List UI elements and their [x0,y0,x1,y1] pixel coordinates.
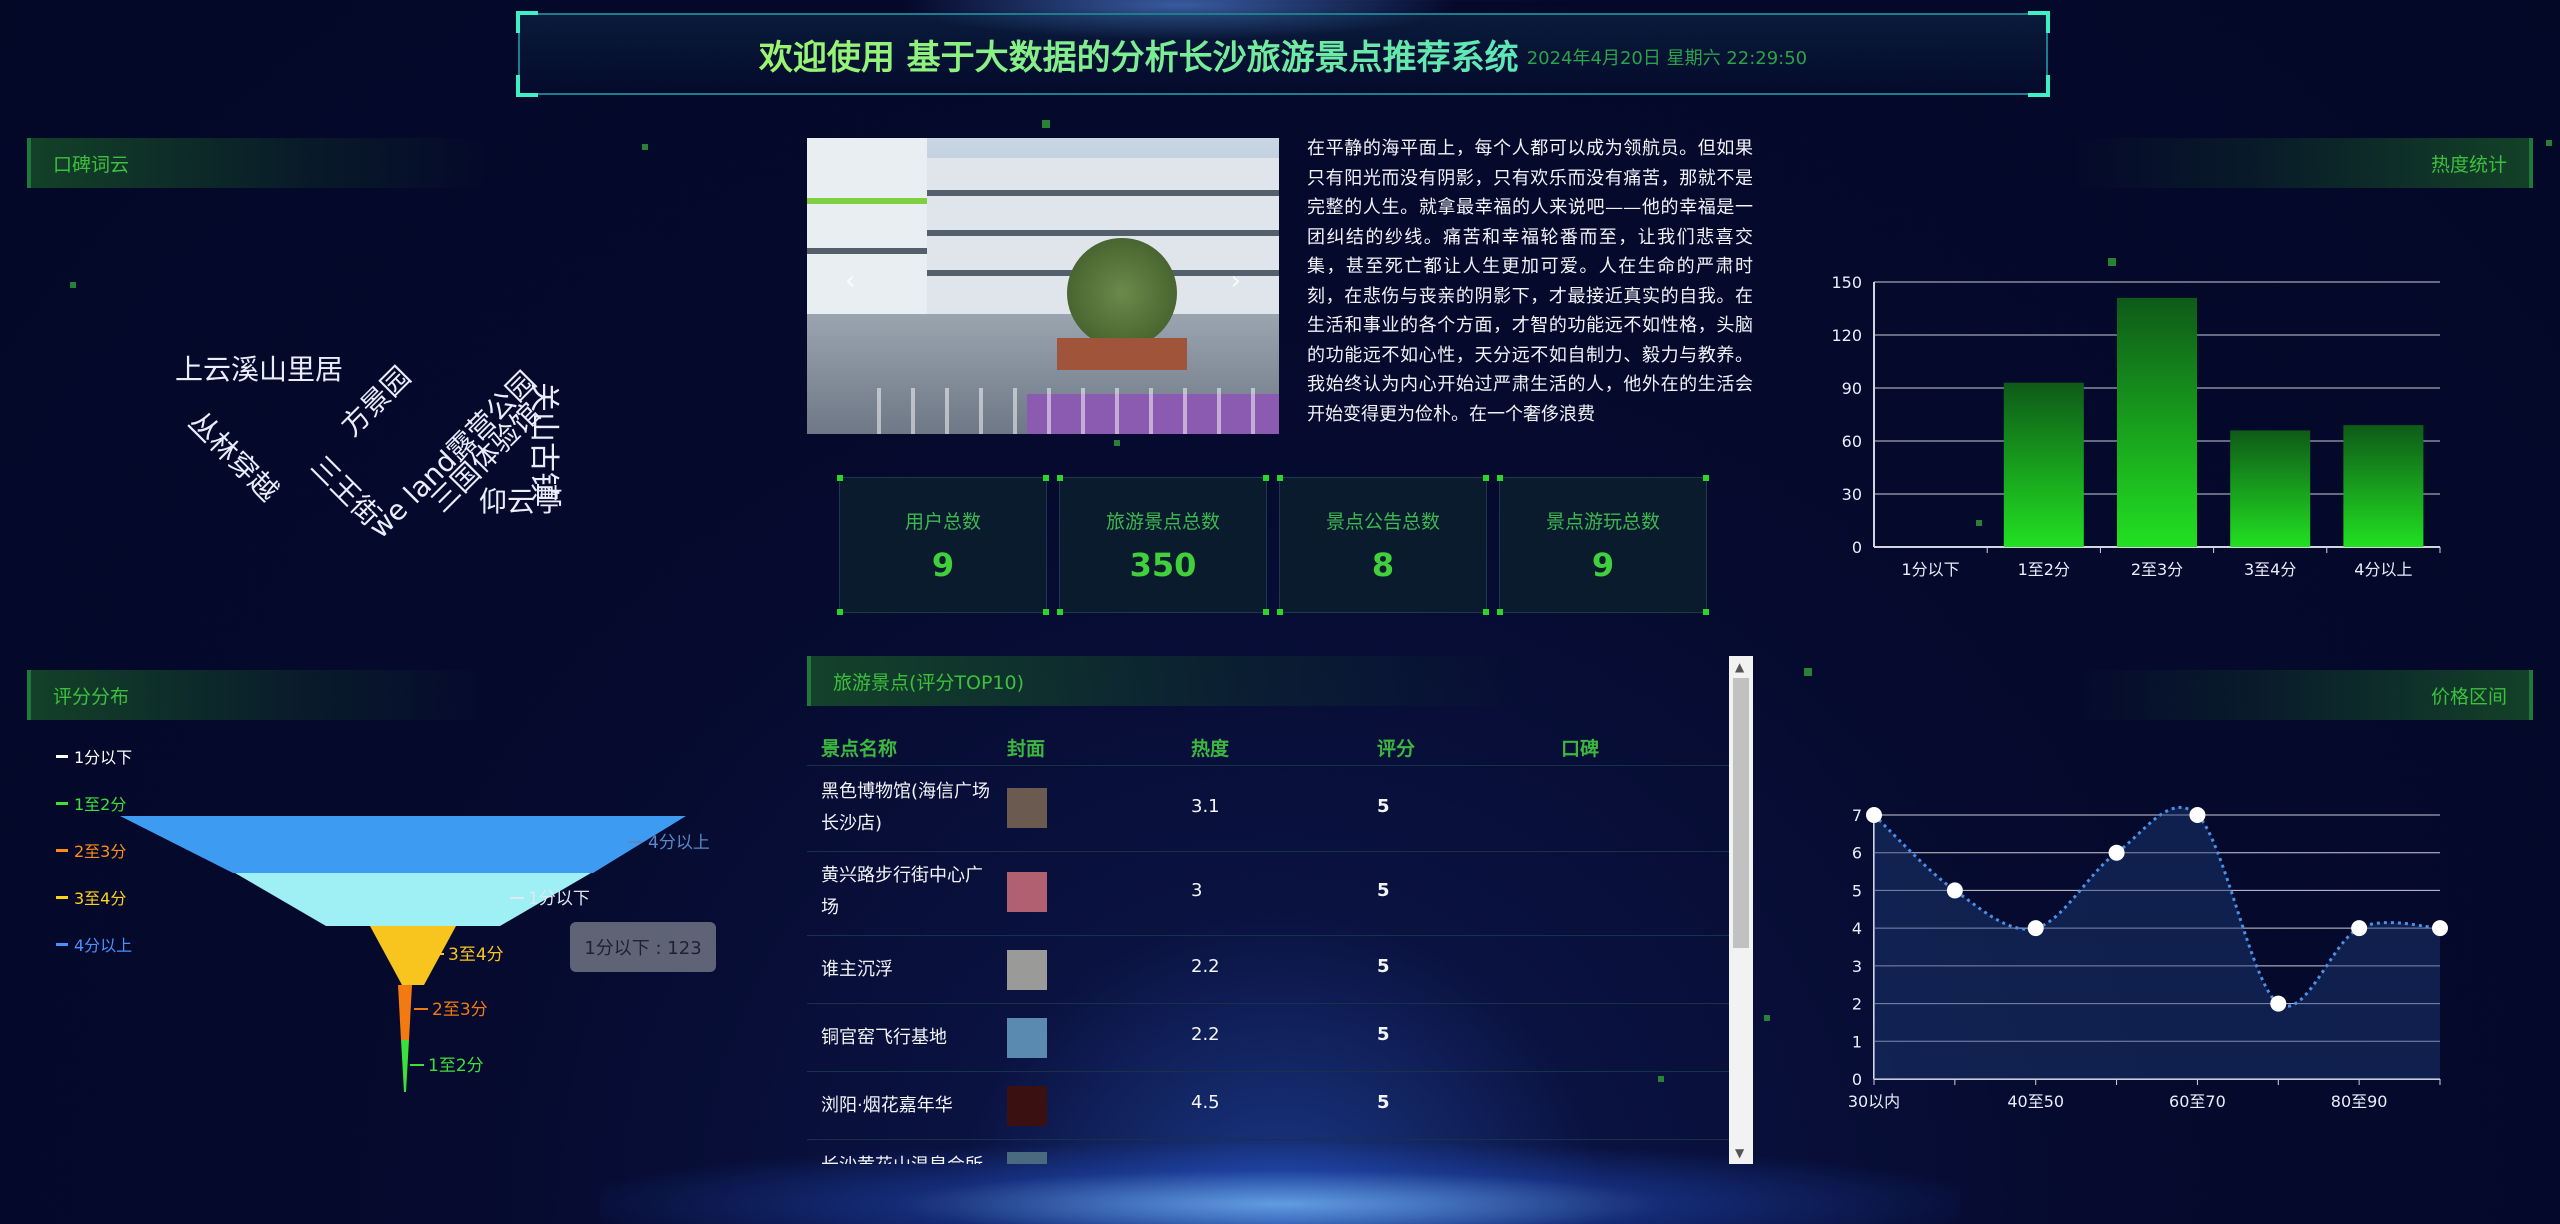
data-point[interactable] [1866,807,1882,823]
y-tick-label: 3 [1852,957,1862,976]
x-tick-label: 40至50 [2007,1092,2064,1111]
data-point[interactable] [1946,882,1963,899]
y-tick-label: 5 [1852,881,1862,900]
y-tick-label: 1 [1852,1032,1862,1051]
data-point[interactable] [2351,920,2368,937]
x-tick-label: 30以内 [1848,1092,1900,1111]
data-point[interactable] [2270,995,2287,1012]
x-tick-label: 60至70 [2169,1092,2226,1111]
data-point[interactable] [2189,807,2206,823]
y-tick-label: 2 [1852,995,1862,1014]
x-tick-label: 80至90 [2331,1092,2388,1111]
data-point[interactable] [2432,920,2448,937]
price-line-chart: 0 1 2 3 4 5 6 7 30以内 40至50 60至70 80至90 [1848,806,2448,1111]
data-point[interactable] [2027,920,2044,937]
area-fill [1874,807,2440,1079]
y-tick-label: 6 [1852,844,1862,863]
y-tick-label: 4 [1852,919,1862,938]
data-point[interactable] [2108,844,2125,861]
y-tick-label: 0 [1852,1070,1862,1089]
y-tick-label: 7 [1852,806,1862,825]
